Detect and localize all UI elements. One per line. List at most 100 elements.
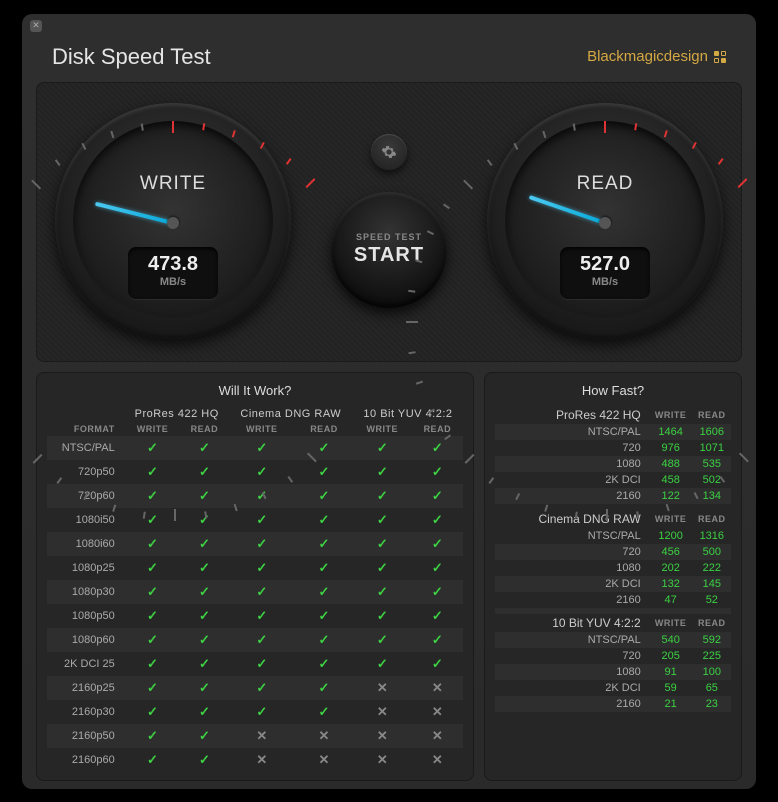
- header: Disk Speed Test Blackmagicdesign: [22, 26, 756, 82]
- format-label: 720: [495, 648, 649, 664]
- format-label: 1080: [495, 664, 649, 680]
- check-icon: ✓: [412, 628, 463, 652]
- table-row: NTSC/PAL12001316: [495, 528, 731, 544]
- col-read: READ: [693, 510, 731, 528]
- check-icon: ✓: [180, 436, 228, 460]
- cross-icon: ✕: [412, 724, 463, 748]
- write-value: 458: [649, 472, 693, 488]
- will-it-work-title: Will It Work?: [47, 383, 463, 398]
- read-value: 535: [693, 456, 731, 472]
- check-icon: ✓: [180, 700, 228, 724]
- write-value: 205: [649, 648, 693, 664]
- format-label: 2160: [495, 696, 649, 712]
- check-icon: ✓: [125, 748, 180, 772]
- table-row: 720p60✓✓✓✓✓✓: [47, 484, 463, 508]
- check-icon: ✓: [180, 676, 228, 700]
- table-row: 2160p25✓✓✓✓✕✕: [47, 676, 463, 700]
- check-icon: ✓: [229, 508, 295, 532]
- check-icon: ✓: [229, 484, 295, 508]
- check-icon: ✓: [412, 508, 463, 532]
- cross-icon: ✕: [295, 724, 353, 748]
- tables-row: Will It Work? ProRes 422 HQ Cinema DNG R…: [36, 372, 742, 781]
- read-value: 100: [693, 664, 731, 680]
- table-row: 2K DCI458502: [495, 472, 731, 488]
- cross-icon: ✕: [353, 700, 412, 724]
- check-icon: ✓: [353, 580, 412, 604]
- start-button[interactable]: SPEED TEST START: [331, 192, 447, 308]
- format-label: NTSC/PAL: [47, 436, 125, 460]
- titlebar: ✕: [22, 14, 756, 26]
- settings-button[interactable]: [371, 134, 407, 170]
- read-value: 1071: [693, 440, 731, 456]
- write-value: 47: [649, 592, 693, 608]
- close-button[interactable]: ✕: [30, 20, 42, 32]
- write-value: 21: [649, 696, 693, 712]
- check-icon: ✓: [125, 652, 180, 676]
- check-icon: ✓: [180, 724, 228, 748]
- brand-text: Blackmagicdesign: [587, 48, 708, 65]
- check-icon: ✓: [125, 484, 180, 508]
- col-write: WRITE: [649, 406, 693, 424]
- check-icon: ✓: [180, 748, 228, 772]
- format-label: 720: [495, 440, 649, 456]
- read-value: 1606: [693, 424, 731, 440]
- write-value: 132: [649, 576, 693, 592]
- table-row: 1080p25✓✓✓✓✓✓: [47, 556, 463, 580]
- check-icon: ✓: [295, 628, 353, 652]
- read-value: 222: [693, 560, 731, 576]
- app-window: ✕ Disk Speed Test Blackmagicdesign WRITE…: [22, 14, 756, 789]
- check-icon: ✓: [295, 676, 353, 700]
- check-icon: ✓: [412, 436, 463, 460]
- codec-header-2: 10 Bit YUV 4:2:2: [353, 406, 463, 422]
- write-value: 59: [649, 680, 693, 696]
- check-icon: ✓: [229, 460, 295, 484]
- table-row: 2K DCI 25✓✓✓✓✓✓: [47, 652, 463, 676]
- read-value: 527.0: [560, 253, 650, 276]
- brand-logo: Blackmagicdesign: [587, 48, 726, 65]
- gauges-panel: WRITE 473.8 MB/s SPEED TEST START READ: [36, 82, 742, 362]
- write-gauge: WRITE 473.8 MB/s: [55, 103, 291, 339]
- how-fast-panel: How Fast? ProRes 422 HQWRITEREADNTSC/PAL…: [484, 372, 742, 781]
- cross-icon: ✕: [353, 748, 412, 772]
- check-icon: ✓: [229, 652, 295, 676]
- center-controls: SPEED TEST START: [331, 134, 447, 308]
- table-row: 1080i60✓✓✓✓✓✓: [47, 532, 463, 556]
- write-value: 488: [649, 456, 693, 472]
- table-row: 1080488535: [495, 456, 731, 472]
- write-value: 456: [649, 544, 693, 560]
- read-gauge: READ 527.0 MB/s: [487, 103, 723, 339]
- check-icon: ✓: [412, 580, 463, 604]
- check-icon: ✓: [229, 700, 295, 724]
- write-readout: 473.8 MB/s: [128, 247, 218, 299]
- format-label: 1080p30: [47, 580, 125, 604]
- col-write: WRITE: [649, 510, 693, 528]
- table-row: NTSC/PAL✓✓✓✓✓✓: [47, 436, 463, 460]
- check-icon: ✓: [229, 604, 295, 628]
- check-icon: ✓: [229, 556, 295, 580]
- check-icon: ✓: [295, 460, 353, 484]
- check-icon: ✓: [353, 460, 412, 484]
- check-icon: ✓: [180, 460, 228, 484]
- read-unit: MB/s: [560, 276, 650, 288]
- check-icon: ✓: [180, 580, 228, 604]
- read-value: 502: [693, 472, 731, 488]
- check-icon: ✓: [353, 652, 412, 676]
- check-icon: ✓: [125, 604, 180, 628]
- start-big-label: START: [354, 244, 424, 267]
- format-label: 2K DCI: [495, 472, 649, 488]
- check-icon: ✓: [125, 700, 180, 724]
- check-icon: ✓: [353, 508, 412, 532]
- cross-icon: ✕: [412, 700, 463, 724]
- check-icon: ✓: [295, 604, 353, 628]
- format-label: 2160p60: [47, 748, 125, 772]
- check-icon: ✓: [229, 676, 295, 700]
- check-icon: ✓: [295, 508, 353, 532]
- check-icon: ✓: [295, 700, 353, 724]
- check-icon: ✓: [180, 532, 228, 556]
- read-value: 134: [693, 488, 731, 504]
- how-fast-title: How Fast?: [495, 383, 731, 398]
- table-row: 1080p30✓✓✓✓✓✓: [47, 580, 463, 604]
- check-icon: ✓: [412, 460, 463, 484]
- start-small-label: SPEED TEST: [356, 232, 422, 242]
- table-row: 21604752: [495, 592, 731, 608]
